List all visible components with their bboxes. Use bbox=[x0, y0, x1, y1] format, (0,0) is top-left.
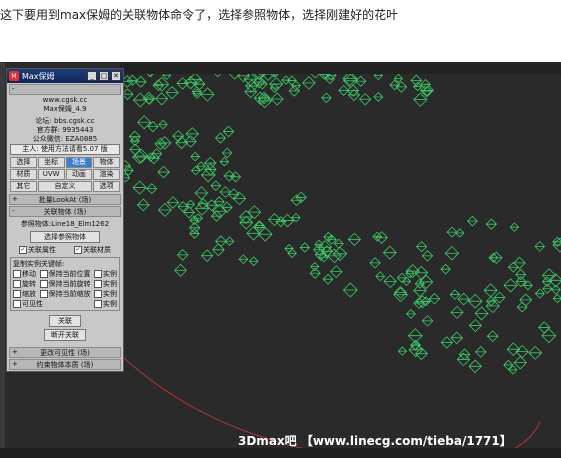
status-bar bbox=[0, 448, 561, 458]
keep-rotation-checkbox[interactable]: 保持当前旋转 bbox=[39, 279, 91, 289]
unlink-button[interactable]: 断开关联 bbox=[44, 329, 86, 341]
rollout-visibility[interactable]: + 更改可见性 (场) bbox=[9, 347, 121, 358]
rotate-instance-checkbox[interactable]: 实例 bbox=[94, 279, 117, 289]
panel-title: Max保姆 bbox=[22, 71, 55, 81]
rollout-header-main[interactable]: - bbox=[9, 84, 121, 95]
tab-coord[interactable]: 坐标 bbox=[37, 157, 65, 168]
copy-section-label: 复制实例关键帧: bbox=[13, 260, 65, 268]
link-button[interactable]: 关联 bbox=[49, 315, 81, 327]
max-screenshot: M Max保姆 _ □ ✕ - www.cgsk.cc Max保姆_4.9 论坛… bbox=[0, 62, 561, 458]
pick-reference-button[interactable]: 选择参照物体 bbox=[30, 231, 100, 243]
rotate-row: 旋转 保持当前旋转 实例 bbox=[13, 279, 117, 289]
tab-object[interactable]: 物体 bbox=[93, 157, 120, 168]
copy-keyframes-group: 复制实例关键帧: 移动 保持当前位置 实例 旋转 保持当前旋转 实例 缩放 保持… bbox=[10, 257, 120, 311]
left-toolbar bbox=[0, 62, 5, 458]
max-baomu-panel: M Max保姆 _ □ ✕ - www.cgsk.cc Max保姆_4.9 论坛… bbox=[6, 68, 124, 372]
rollout-link-object[interactable]: - 关联物体 (场) bbox=[9, 206, 121, 217]
viewport-top-strip bbox=[120, 62, 561, 74]
forum-text: 论坛: bbs.cgsk.cc bbox=[35, 117, 95, 125]
usage-banner-button[interactable]: 主人: 使用方法请看5.07 版 bbox=[10, 144, 120, 155]
minimize-button[interactable]: _ bbox=[87, 71, 97, 81]
rotate-checkbox[interactable]: 旋转 bbox=[13, 279, 36, 289]
link-options: ✓ 关联属性 ✓ 关联材质 bbox=[10, 245, 120, 255]
keep-position-checkbox[interactable]: 保持当前位置 bbox=[39, 269, 91, 279]
rollout-lookat[interactable]: + 批量LookAt (场) bbox=[9, 194, 121, 205]
visibility-row: 可见性 实例 bbox=[13, 299, 117, 309]
category-tabs: 选择 坐标 场景 物体 材质 UVW 动画 渲染 其它 自定义 选项 bbox=[10, 157, 120, 192]
tab-select[interactable]: 选择 bbox=[10, 157, 37, 168]
scale-instance-checkbox[interactable]: 实例 bbox=[94, 289, 117, 299]
link-attr-checkbox[interactable]: ✓ 关联属性 bbox=[19, 245, 56, 255]
tab-custom[interactable]: 自定义 bbox=[37, 181, 93, 192]
site-text: www.cgsk.cc bbox=[42, 96, 88, 104]
caption-text: 这下要用到max保姆的关联物体命令了，选择参照物体，选择刚建好的花叶 bbox=[0, 8, 399, 22]
tab-render[interactable]: 渲染 bbox=[93, 169, 120, 180]
tab-uvw[interactable]: UVW bbox=[37, 169, 65, 180]
close-button[interactable]: ✕ bbox=[111, 71, 121, 81]
move-checkbox[interactable]: 移动 bbox=[13, 269, 36, 279]
tab-scene[interactable]: 场景 bbox=[65, 157, 93, 168]
wechat-text: 公众微信: EZA0885 bbox=[32, 135, 98, 143]
visibility-checkbox[interactable]: 可见性 bbox=[13, 299, 43, 309]
maximize-button[interactable]: □ bbox=[99, 71, 109, 81]
rollout-constraint[interactable]: + 约束物体本质 (场) bbox=[9, 359, 121, 370]
tab-material[interactable]: 材质 bbox=[10, 169, 37, 180]
keep-scale-checkbox[interactable]: 保持当前缩放 bbox=[39, 289, 91, 299]
app-icon: M bbox=[9, 71, 19, 81]
scale-row: 缩放 保持当前缩放 实例 bbox=[13, 289, 117, 299]
visibility-instance-checkbox[interactable]: 实例 bbox=[94, 299, 117, 309]
version-text: Max保姆_4.9 bbox=[43, 105, 87, 113]
watermark-text: 3Dmax吧 【www.linecg.com/tieba/1771】 bbox=[238, 434, 512, 448]
link-material-checkbox[interactable]: ✓ 关联材质 bbox=[74, 245, 111, 255]
scale-checkbox[interactable]: 缩放 bbox=[13, 289, 36, 299]
move-instance-checkbox[interactable]: 实例 bbox=[94, 269, 117, 279]
panel-titlebar[interactable]: M Max保姆 _ □ ✕ bbox=[7, 69, 123, 83]
tab-options[interactable]: 选项 bbox=[93, 181, 120, 192]
tab-other[interactable]: 其它 bbox=[10, 181, 37, 192]
ref-object-label: 参照物体:Line18_Elm1262 bbox=[20, 220, 110, 228]
tab-animation[interactable]: 动画 bbox=[65, 169, 93, 180]
qq-group-text: 官方群: 9935443 bbox=[36, 126, 94, 134]
move-row: 移动 保持当前位置 实例 bbox=[13, 269, 117, 279]
